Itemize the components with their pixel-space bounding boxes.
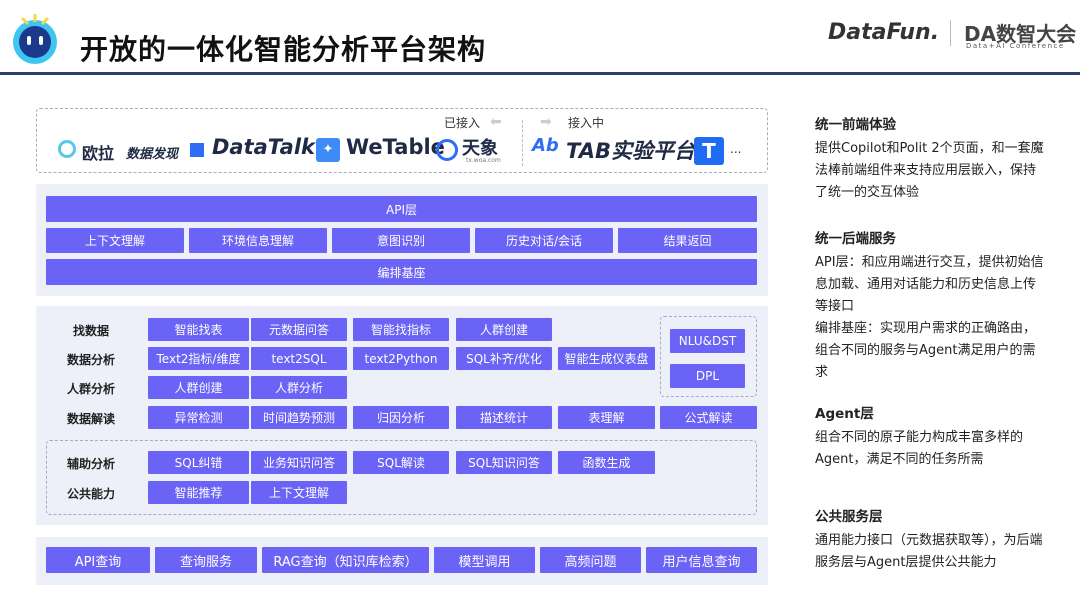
capability-item: 异常检测 bbox=[148, 406, 249, 429]
row-label: 人群分析 bbox=[66, 382, 115, 396]
service-item: RAG查询（知识库检索） bbox=[262, 547, 429, 573]
partner-wetable: WeTable bbox=[346, 135, 445, 159]
row-label: 找数据 bbox=[72, 324, 109, 338]
note-backend: 统一后端服务 API层：和应用端进行交互，提供初始信息加载、通用对话能力和历史信… bbox=[815, 228, 1045, 384]
note-heading: Agent层 bbox=[815, 406, 874, 422]
capability-item: 智能生成仪表盘 bbox=[558, 347, 655, 370]
header-rule bbox=[0, 72, 1080, 75]
dpl: DPL bbox=[670, 364, 745, 388]
frontend-item: 上下文理解 bbox=[46, 228, 184, 253]
capability-item: 人群创建 bbox=[456, 318, 552, 341]
arrow-right-icon: ➡ bbox=[540, 114, 552, 130]
capability-item: Text2指标/维度 bbox=[148, 347, 249, 370]
partner-ola: 欧拉 bbox=[82, 144, 115, 163]
divider bbox=[950, 20, 951, 46]
capability-item: 描述统计 bbox=[456, 406, 552, 429]
capability-item: SQL补齐/优化 bbox=[456, 347, 552, 370]
tianxiang-url: tx.woa.com bbox=[466, 157, 501, 164]
datafun-logo: DataFun. bbox=[828, 20, 940, 45]
note-common: 公共服务层 通用能力接口（元数据获取等），为后端服务层与Agent层提供公共能力 bbox=[815, 506, 1045, 574]
ola-logo-icon bbox=[58, 140, 76, 158]
capability-item: 函数生成 bbox=[558, 451, 655, 474]
connecting-label: 接入中 bbox=[568, 116, 605, 130]
note-agent: Agent层 组合不同的原子能力构成丰富多样的Agent，满足不同的任务所需 bbox=[815, 403, 1045, 471]
capability-item: 元数据问答 bbox=[251, 318, 347, 341]
capability-item: 公式解读 bbox=[660, 406, 757, 429]
note-text: 通用能力接口（元数据获取等），为后端服务层与Agent层提供公共能力 bbox=[815, 533, 1043, 570]
capability-item: SQL纠错 bbox=[148, 451, 249, 474]
capability-item: 时间趋势预测 bbox=[251, 406, 347, 429]
more-partners: ... bbox=[730, 142, 742, 156]
service-item: 模型调用 bbox=[434, 547, 535, 573]
partner-tab: TAB实验平台 bbox=[566, 139, 695, 163]
partner-logo-icon: T bbox=[694, 137, 724, 165]
capability-item: 业务知识问答 bbox=[251, 451, 347, 474]
capability-item: SQL解读 bbox=[353, 451, 449, 474]
nlu-dst: NLU&DST bbox=[670, 329, 745, 353]
service-item: 查询服务 bbox=[155, 547, 257, 573]
service-item: 高频问题 bbox=[540, 547, 641, 573]
capability-item: 表理解 bbox=[558, 406, 655, 429]
note-heading: 公共服务层 bbox=[815, 509, 883, 525]
partner-data-discovery: 数据发现 bbox=[126, 147, 179, 162]
capability-item: 智能推荐 bbox=[148, 481, 249, 504]
capability-item: text2SQL bbox=[251, 347, 347, 370]
capability-item: 归因分析 bbox=[353, 406, 449, 429]
orchestration-base: 编排基座 bbox=[46, 259, 757, 285]
capability-item: 上下文理解 bbox=[251, 481, 347, 504]
capability-item: 智能找指标 bbox=[353, 318, 449, 341]
row-label: 数据解读 bbox=[66, 412, 115, 426]
capability-item: SQL知识问答 bbox=[456, 451, 552, 474]
row-label: 数据分析 bbox=[66, 353, 115, 367]
note-heading: 统一前端体验 bbox=[815, 117, 896, 133]
api-layer: API层 bbox=[46, 196, 757, 222]
connected-label: 已接入 bbox=[444, 116, 481, 130]
wetable-logo-icon: ✦ bbox=[316, 138, 340, 162]
row-label: 辅助分析 bbox=[66, 457, 115, 471]
tianxiang-logo-icon bbox=[436, 139, 458, 161]
divider bbox=[522, 120, 523, 166]
frontend-item: 环境信息理解 bbox=[189, 228, 327, 253]
frontend-item: 历史对话/会话 bbox=[475, 228, 613, 253]
frontend-item: 意图识别 bbox=[332, 228, 470, 253]
datatalk-logo-icon bbox=[190, 143, 204, 157]
note-frontend: 统一前端体验 提供Copilot和Polit 2个页面，和一套魔法棒前端组件来支… bbox=[815, 114, 1045, 204]
capability-item: text2Python bbox=[353, 347, 449, 370]
mascot-logo-icon bbox=[13, 14, 57, 64]
frontend-item: 结果返回 bbox=[618, 228, 757, 253]
arrow-left-icon: ⬅ bbox=[490, 114, 502, 130]
da-conference-sub: Data+AI Conference bbox=[966, 42, 1065, 50]
note-text: API层：和应用端进行交互，提供初始信息加载、通用对话能力和历史信息上传等接口 bbox=[815, 255, 1044, 314]
row-label: 公共能力 bbox=[66, 487, 115, 501]
capability-item: 智能找表 bbox=[148, 318, 249, 341]
capability-item: 人群创建 bbox=[148, 376, 249, 399]
note-text: 编排基座：实现用户需求的正确路由，组合不同的服务与Agent满足用户的需求 bbox=[815, 321, 1037, 380]
note-text: 组合不同的原子能力构成丰富多样的Agent，满足不同的任务所需 bbox=[815, 430, 1024, 467]
note-heading: 统一后端服务 bbox=[815, 231, 896, 247]
service-item: API查询 bbox=[46, 547, 150, 573]
note-text: 提供Copilot和Polit 2个页面，和一套魔法棒前端组件来支持应用层嵌入，… bbox=[815, 141, 1044, 200]
tab-logo-icon: Ab bbox=[532, 135, 559, 156]
page-title: 开放的一体化智能分析平台架构 bbox=[80, 33, 487, 66]
partner-datatalk: DataTalk bbox=[212, 135, 315, 159]
capability-item: 人群分析 bbox=[251, 376, 347, 399]
service-item: 用户信息查询 bbox=[646, 547, 757, 573]
